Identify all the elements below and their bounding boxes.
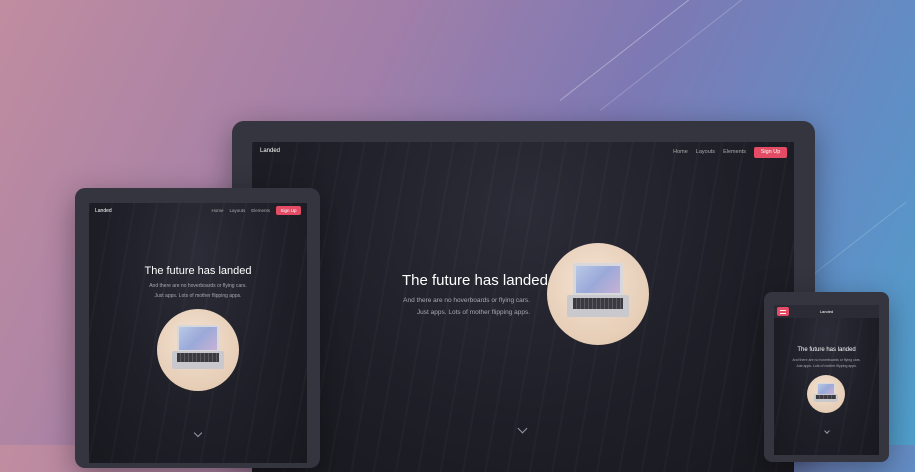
phone-hero-title: The future has landed (797, 347, 856, 353)
phone-device-frame: Landed The future has landed And there a… (764, 292, 889, 462)
desktop-hero-image-circle (547, 243, 649, 345)
phone-scroll-down-icon[interactable] (824, 428, 830, 434)
background-streak (559, 0, 734, 101)
desktop-brand-logo[interactable]: Landed (260, 148, 280, 154)
desktop-nav-elements[interactable]: Elements (723, 149, 746, 155)
tablet-nav: Home Layouts Elements Sign Up (211, 206, 301, 215)
tablet-hero-subtitle-1: And there are no hoverboards or flying c… (149, 283, 247, 289)
phone-brand-logo[interactable]: Landed (774, 309, 879, 314)
tablet-nav-elements[interactable]: Elements (251, 208, 270, 213)
desktop-nav: Home Layouts Elements Sign Up (673, 146, 787, 158)
tablet-nav-layouts[interactable]: Layouts (229, 208, 245, 213)
laptop-image (573, 263, 623, 296)
tablet-signup-button[interactable]: Sign Up (276, 206, 301, 215)
tablet-brand-logo[interactable]: Landed (95, 208, 112, 214)
tablet-hero-title: The future has landed (144, 265, 252, 277)
tablet-nav-home[interactable]: Home (211, 208, 223, 213)
laptop-image (177, 325, 219, 352)
desktop-nav-layouts[interactable]: Layouts (696, 149, 715, 155)
tablet-hero-image-circle (157, 309, 239, 391)
phone-hero-subtitle-1: And there are no hoverboards or flying c… (792, 358, 861, 362)
tablet-screen: Landed Home Layouts Elements Sign Up The… (89, 203, 307, 463)
phone-screen: Landed The future has landed And there a… (774, 305, 879, 455)
desktop-screen: Landed Home Layouts Elements Sign Up The… (252, 142, 794, 472)
tablet-device-frame: Landed Home Layouts Elements Sign Up The… (75, 188, 320, 468)
desktop-hero-title: The future has landed (402, 272, 548, 289)
desktop-hero-subtitle-2: Just apps. Lots of mother flipping apps. (416, 309, 530, 316)
desktop-hero-subtitle-1: And there are no hoverboards or flying c… (403, 297, 530, 304)
phone-hero-subtitle-2: Just apps. Lots of mother flipping apps. (796, 364, 857, 368)
tablet-scroll-down-icon[interactable] (193, 428, 203, 438)
tablet-hero-subtitle-2: Just apps. Lots of mother flipping apps. (154, 293, 242, 299)
background-streak (599, 0, 743, 111)
desktop-nav-home[interactable]: Home (673, 149, 688, 155)
phone-hero-image-circle (807, 375, 845, 413)
desktop-scroll-down-icon[interactable] (517, 423, 528, 434)
desktop-signup-button[interactable]: Sign Up (754, 146, 787, 158)
